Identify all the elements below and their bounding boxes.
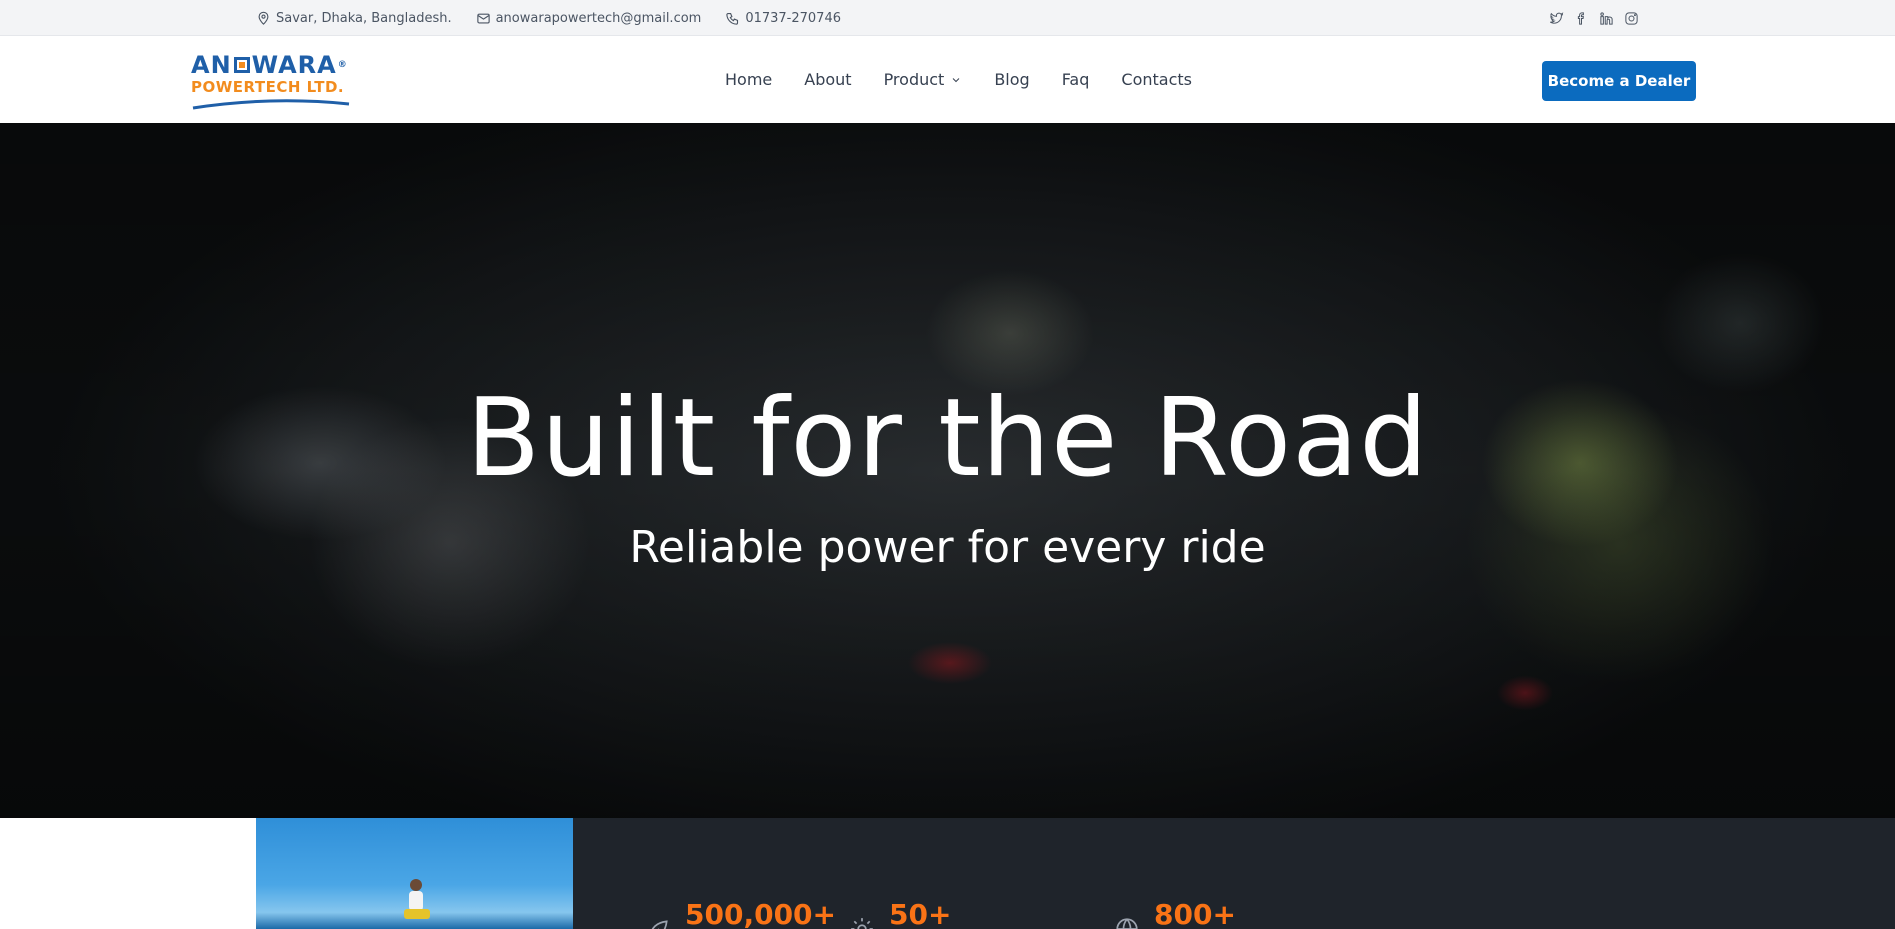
stat-item: 500,000+ bbox=[645, 888, 836, 929]
stat-value: 800+ bbox=[1154, 898, 1236, 929]
nav-about-label: About bbox=[804, 70, 852, 89]
nav-faq[interactable]: Faq bbox=[1062, 70, 1090, 89]
main-header: AN WARA ® POWERTECH LTD. Home About Produc… bbox=[0, 36, 1895, 123]
stat-item: 50+ bbox=[849, 888, 951, 929]
hero-subtitle: Reliable power for every ride bbox=[629, 522, 1266, 573]
nav-about[interactable]: About bbox=[804, 70, 851, 89]
social-links bbox=[1548, 10, 1639, 26]
rider-figure bbox=[404, 879, 430, 919]
logo-swoosh-icon bbox=[192, 99, 350, 110]
logo-subtitle: POWERTECH LTD. bbox=[191, 78, 345, 96]
company-logo[interactable]: AN WARA ® POWERTECH LTD. bbox=[191, 51, 351, 110]
chevron-down-icon bbox=[952, 77, 960, 82]
nav-contacts[interactable]: Contacts bbox=[1121, 70, 1192, 89]
mail-icon bbox=[476, 13, 490, 23]
stat-value: 50+ bbox=[889, 898, 952, 929]
hero-title: Built for the Road bbox=[466, 376, 1429, 501]
top-info-bar: Savar, Dhaka, Bangladesh. anowarapowerte… bbox=[0, 0, 1895, 36]
gear-icon bbox=[849, 916, 875, 929]
nav-contacts-label: Contacts bbox=[1121, 70, 1192, 89]
nav-home-label: Home bbox=[725, 70, 773, 89]
rider-photo bbox=[256, 818, 573, 929]
phone-item[interactable]: 01737-270746 bbox=[725, 11, 841, 26]
become-dealer-button[interactable]: Become a Dealer bbox=[1542, 61, 1696, 101]
phone-icon bbox=[726, 12, 739, 25]
instagram-icon[interactable] bbox=[1623, 10, 1639, 26]
nav-product[interactable]: Product bbox=[884, 70, 963, 89]
contact-info: Savar, Dhaka, Bangladesh. anowarapowerte… bbox=[256, 11, 841, 26]
email-item[interactable]: anowarapowertech@gmail.com bbox=[476, 11, 702, 26]
stats-left-spacer bbox=[0, 818, 256, 929]
twitter-icon[interactable] bbox=[1548, 10, 1564, 26]
leaf-icon bbox=[645, 916, 671, 929]
facebook-icon[interactable] bbox=[1573, 10, 1589, 26]
stat-item: 800+ bbox=[1114, 888, 1236, 929]
email-text[interactable]: anowarapowertech@gmail.com bbox=[496, 11, 702, 26]
main-nav: Home About Product Blog Faq Contacts bbox=[725, 36, 1192, 123]
nav-home[interactable]: Home bbox=[725, 70, 772, 89]
nav-blog-label: Blog bbox=[994, 70, 1030, 89]
address-item: Savar, Dhaka, Bangladesh. bbox=[256, 11, 452, 26]
nav-product-label: Product bbox=[883, 70, 945, 89]
stat-value: 500,000+ bbox=[685, 898, 836, 929]
nav-blog[interactable]: Blog bbox=[994, 70, 1029, 89]
address-text: Savar, Dhaka, Bangladesh. bbox=[276, 10, 452, 26]
hero-banner: Built for the Road Reliable power for ev… bbox=[0, 123, 1895, 818]
map-pin-icon bbox=[258, 11, 269, 25]
linkedin-icon[interactable] bbox=[1598, 10, 1614, 26]
stats-section: 500,000+ 50+ 800+ bbox=[0, 818, 1895, 929]
globe-icon bbox=[1114, 916, 1140, 929]
phone-text[interactable]: 01737-270746 bbox=[745, 11, 841, 26]
logo-wordmark: AN WARA ® bbox=[191, 51, 348, 79]
nav-faq-label: Faq bbox=[1061, 70, 1090, 89]
